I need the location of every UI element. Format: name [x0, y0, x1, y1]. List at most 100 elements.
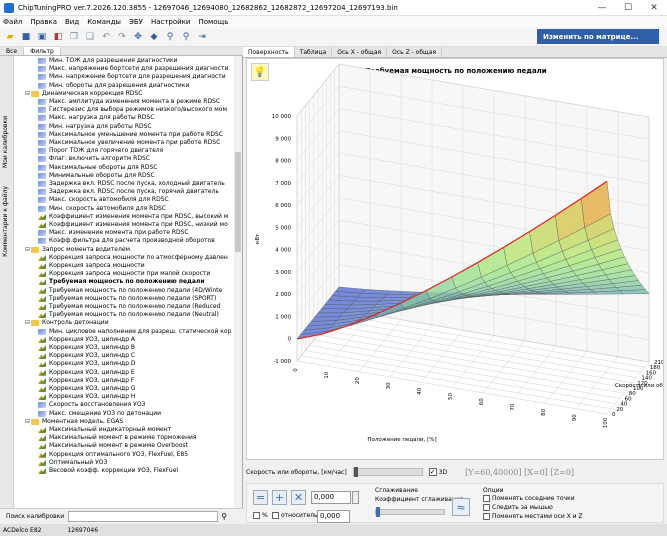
tree-item[interactable]: Гистерезис для выбора режимов низкого/вы…	[38, 106, 227, 114]
tree-item[interactable]: Макс. смещение УОЗ по детонации	[38, 410, 161, 418]
collapse-icon[interactable]: ⊟	[24, 90, 31, 98]
menu-help[interactable]: Помощь	[198, 18, 228, 26]
tree-item[interactable]: Макс. изменение момента при работе RDSC	[38, 229, 189, 237]
search-button-icon[interactable]: ⚲	[221, 512, 227, 521]
relative-input[interactable]: 0,000	[317, 510, 350, 523]
add-value-button[interactable]: +	[272, 490, 287, 505]
tree-item[interactable]: Порог ТОЖ для горячего двигателя	[38, 147, 163, 155]
tree-item[interactable]: Флаг: включить алгоритм RDSC	[38, 155, 150, 163]
tab-my-calibrations[interactable]: Мои калибровки	[2, 116, 9, 168]
tree-item[interactable]: Коррекция УОЗ, цилиндр H	[38, 393, 135, 401]
tree-scrollbar[interactable]	[234, 56, 242, 508]
tree-group[interactable]: ⊟ Контроль детонации	[24, 319, 109, 327]
compare-icon[interactable]: ◧	[51, 30, 65, 44]
tree-group[interactable]: ⊟ Динамическая коррекция RDSC	[24, 90, 142, 98]
tree-item[interactable]: Коррекция запроса мощности по атмосферно…	[38, 254, 228, 262]
collapse-icon[interactable]: ⊟	[24, 319, 31, 327]
tree-item[interactable]: Максимальный индикаторный момент	[38, 426, 171, 434]
tree-item[interactable]: Максимальное уменьшение момента при рабо…	[38, 131, 223, 139]
speed-slider[interactable]	[352, 467, 423, 477]
tree-item[interactable]: Макс. напряжение бортсети для разрешения…	[38, 65, 228, 73]
tab-surface[interactable]: Поверхность	[243, 47, 295, 57]
tree-item[interactable]: Макс. нагрузка для работы RDSC	[38, 114, 154, 122]
tree-item[interactable]: Требуемая мощность по положению педали (…	[38, 295, 216, 303]
copy-icon[interactable]: ❐	[67, 30, 81, 44]
value-input[interactable]: 0,000	[311, 491, 351, 504]
tree-item[interactable]: Коррекция УОЗ, цилиндр F	[38, 377, 134, 385]
collapse-icon[interactable]: ⊟	[24, 246, 31, 254]
menu-ecu[interactable]: ЭБУ	[129, 18, 143, 26]
exit-icon[interactable]: ⇥	[195, 30, 209, 44]
tree-item[interactable]: Коррекция УОЗ, цилиндр D	[38, 360, 136, 368]
change-by-matrix-button[interactable]: Изменить по матрице...	[537, 29, 659, 44]
tree-item[interactable]: Задержка вкл. RDSC после пуска, холодный…	[38, 180, 225, 188]
tree-item[interactable]: Максимальный момент в режиме торможения	[38, 434, 197, 442]
tree-item[interactable]: Коррекция УОЗ, цилиндр C	[38, 352, 135, 360]
tree-item[interactable]: Мин. напряжение бортсети для разрешения …	[38, 73, 226, 81]
search-input[interactable]	[68, 511, 219, 522]
search-next-icon[interactable]: ⚲	[179, 30, 193, 44]
close-button[interactable]: ✕	[641, 0, 667, 16]
tree-item[interactable]: Минимальные обороты для RDSC	[38, 172, 155, 180]
paste-icon[interactable]: ❏	[83, 30, 97, 44]
tab-file-comments[interactable]: Комментарии к файлу	[2, 186, 9, 257]
multiply-value-button[interactable]: ✕	[291, 490, 306, 505]
tree-item[interactable]: Максимальное увеличение момента при рабо…	[38, 139, 220, 147]
tab-table[interactable]: Таблица	[295, 47, 333, 57]
3d-checkbox[interactable]: ✓	[428, 468, 437, 476]
tree-item[interactable]: Мин. скорость автомобиля для RDSC	[38, 205, 166, 213]
tree-scroll-thumb[interactable]	[235, 152, 241, 252]
collapse-icon[interactable]: ⊟	[24, 418, 31, 426]
maximize-button[interactable]: ☐	[615, 0, 641, 16]
tree-item[interactable]: Коррекция запроса мощности при малой ско…	[38, 270, 210, 278]
surface-plot-area[interactable]: 💡 Требуемая мощность по положению педали…	[246, 58, 664, 460]
opt-swap-points-checkbox[interactable]	[483, 495, 490, 502]
tree-item[interactable]: Требуемая мощность по положению педали (…	[38, 303, 220, 311]
save-as-icon[interactable]: ▣	[35, 30, 49, 44]
relative-checkbox[interactable]	[272, 512, 279, 519]
tree-item[interactable]: Весовой коэфф. коррекции УОЗ, FlexFuel	[38, 467, 178, 475]
tree-item[interactable]: Мин. обороты для разрешения диагностики	[38, 82, 189, 90]
save-icon[interactable]: ■	[19, 30, 33, 44]
tree-item[interactable]: Коэффициент изменения момента при RDSC, …	[38, 213, 228, 221]
tree-item[interactable]: Коэффициент изменения момента при RDSC, …	[38, 221, 228, 229]
set-value-button[interactable]: =	[253, 490, 268, 505]
opt-swap-axes-checkbox[interactable]	[483, 513, 490, 520]
percent-checkbox[interactable]	[253, 512, 260, 519]
tree-item[interactable]: Мин. ТОЖ для разрешения диагностики	[38, 57, 177, 65]
tree-item[interactable]: Максимальные обороты для RDSC	[38, 164, 157, 172]
open-folder-icon[interactable]: ▰	[3, 30, 17, 44]
tree-item[interactable]: Коррекция оптимального УОЗ, FlexFuel, E8…	[38, 451, 188, 459]
diamond-icon[interactable]: ◆	[147, 30, 161, 44]
tree-item[interactable]: Мин. нагрузка для работы RDSC	[38, 123, 152, 131]
tree-group[interactable]: ⊟ Запрос момента водителем	[24, 246, 130, 254]
tab-all[interactable]: Все	[0, 47, 25, 55]
smoothing-knob[interactable]	[376, 507, 380, 517]
menu-settings[interactable]: Настройки	[151, 18, 191, 26]
tree-item[interactable]: Коррекция УОЗ, цилиндр A	[38, 336, 135, 344]
tab-filter[interactable]: Фильтр	[24, 47, 61, 55]
tree-item[interactable]: Скорость восстановления УОЗ	[38, 401, 145, 409]
tree-item[interactable]: Макс. скорость автомобиля для RDSC	[38, 196, 169, 204]
tree-item[interactable]: Максимальный момент в режиме Overboost	[38, 442, 188, 450]
minimize-button[interactable]: —	[589, 0, 615, 16]
menu-commands[interactable]: Команды	[87, 18, 121, 26]
navigate-icon[interactable]: ✥	[131, 30, 145, 44]
tree-item[interactable]: Требуемая мощность по положению педали (…	[38, 311, 219, 319]
tree-item[interactable]: Коррекция УОЗ, цилиндр E	[38, 369, 135, 377]
tab-axis-x[interactable]: Ось X - общая	[332, 47, 388, 57]
menu-edit[interactable]: Правка	[30, 18, 57, 26]
surface-plot[interactable]: 10 0009 0008 0007 0006 0005 0004 0003 00…	[247, 59, 664, 460]
value-spinner[interactable]	[352, 491, 359, 504]
tree-item[interactable]: Коррекция запроса мощности	[38, 262, 145, 270]
tree-item[interactable]: Требуемая мощность по положению педали (…	[38, 287, 222, 295]
menu-view[interactable]: Вид	[65, 18, 79, 26]
tree-item[interactable]: Коррекция УОЗ, цилиндр G	[38, 385, 136, 393]
tree-item[interactable]: Коррекция УОЗ, цилиндр B	[38, 344, 135, 352]
redo-icon[interactable]: ↷	[115, 30, 129, 44]
undo-icon[interactable]: ↶	[99, 30, 113, 44]
menu-file[interactable]: Файл	[3, 18, 22, 26]
opt-follow-mouse-checkbox[interactable]	[483, 504, 490, 511]
tree-item[interactable]: Требуемая мощность по положению педали	[38, 278, 205, 286]
speed-slider-knob[interactable]	[353, 467, 358, 477]
